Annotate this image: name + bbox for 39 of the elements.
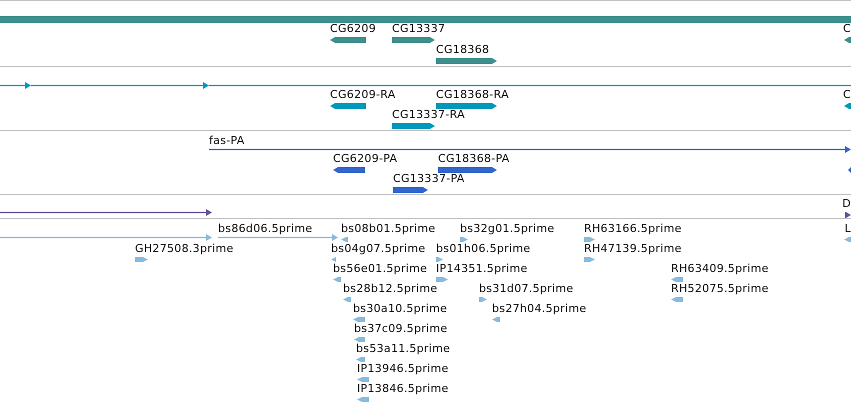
feature-label: D	[842, 197, 851, 210]
feature-label: bs56e01.5prime	[333, 262, 428, 275]
feature-label: bs27h04.5prime	[492, 302, 586, 315]
feature-line[interactable]	[0, 209, 212, 216]
feature-label: bs28b12.5prime	[343, 282, 438, 295]
feature-line[interactable]	[209, 146, 851, 153]
feature-label: GH27508.3prime	[135, 242, 234, 255]
feature-label: CG13337-RA	[392, 108, 465, 121]
feature-label: bs86d06.5prime	[218, 222, 312, 235]
feature-label: L	[844, 222, 851, 235]
feature-label: CG18368	[436, 43, 490, 56]
feature-label: RH52075.5prime	[671, 282, 769, 295]
feature-label: C	[843, 88, 851, 101]
feature-label: bs30a10.5prime	[353, 302, 448, 315]
feature-label: CG18368-PA	[438, 152, 510, 165]
feature-label: CG6209-RA	[330, 88, 396, 101]
feature-label: bs53a11.5prime	[356, 342, 450, 355]
feature-label: bs04g07.5prime	[331, 242, 426, 255]
feature-label: IP13946.5prime	[357, 362, 449, 375]
feature-label: fas-PA	[209, 134, 245, 147]
feature-label: bs32g01.5prime	[460, 222, 554, 235]
feature-line[interactable]	[0, 82, 31, 89]
feature-label: IP13846.5prime	[357, 382, 449, 395]
feature-line[interactable]	[209, 82, 851, 89]
feature-label: RH63409.5prime	[671, 262, 769, 275]
feature-label: CG13337-PA	[393, 172, 465, 185]
feature-label: bs01h06.5prime	[436, 242, 530, 255]
feature-label: RH47139.5prime	[584, 242, 682, 255]
feature-label: CG13337	[392, 22, 446, 35]
feature-label: bs08b01.5prime	[341, 222, 436, 235]
feature-label: bs37c09.5prime	[354, 322, 448, 335]
feature-label: bs31d07.5prime	[479, 282, 574, 295]
feature-line[interactable]	[31, 82, 209, 89]
feature-label: IP14351.5prime	[436, 262, 528, 275]
feature-label: RH63166.5prime	[584, 222, 682, 235]
feature-label: CG18368-RA	[436, 88, 509, 101]
feature-label: CG6209	[330, 22, 376, 35]
feature-label: CG6209-PA	[333, 152, 398, 165]
feature-label: C	[843, 22, 851, 35]
